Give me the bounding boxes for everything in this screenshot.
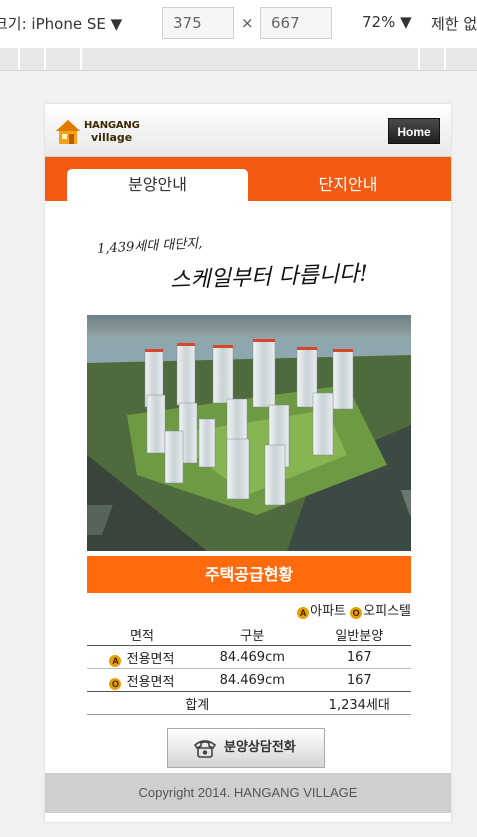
viewport-height-input[interactable]: 667 — [260, 7, 332, 39]
row-size: 84.469cm — [196, 645, 308, 669]
tab-complex-info[interactable]: 단지안내 — [263, 169, 433, 201]
tab-sales-info[interactable]: 분양안내 — [67, 169, 248, 201]
column-header-general-sale: 일반분양 — [307, 623, 411, 646]
housing-supply-title: 주택공급현황 — [87, 556, 411, 593]
total-label: 합계 — [87, 691, 308, 715]
supply-table: 면적 구분 일반분양 A 전용면적 84.469cm 167 O 전용면적 84… — [87, 623, 411, 715]
row-area: 전용면적 — [126, 674, 175, 690]
officetel-badge-icon: O — [109, 677, 122, 690]
sales-consult-call-button[interactable]: 분양상담전화 — [167, 728, 325, 768]
zoom-select[interactable]: 72% ▼ — [362, 13, 412, 31]
home-button[interactable]: Home — [388, 118, 440, 144]
row-count: 167 — [307, 668, 411, 692]
mobile-page: HANGANG village Home 분양안내 단지안내 1,439세대 대… — [45, 104, 451, 822]
column-header-area: 면적 — [87, 623, 197, 646]
table-row: O 전용면적 84.469cm 167 — [87, 668, 411, 692]
devtools-toolbar: 크기: iPhone SE ▼ 375 × 667 72% ▼ 제한 없 — [0, 0, 477, 48]
logo-text-top: HANGANG — [84, 120, 140, 131]
type-legend: A 아파트 O 오피스텔 — [297, 600, 411, 619]
legend-officetel: 오피스텔 — [363, 604, 411, 619]
device-select[interactable]: 크기: iPhone SE ▼ — [0, 13, 122, 34]
officetel-badge-icon: O — [350, 607, 363, 619]
logo[interactable]: HANGANG village — [55, 119, 140, 145]
viewport-width-input[interactable]: 375 — [162, 7, 234, 39]
house-icon — [56, 120, 80, 144]
tab-bar: 분양안내 단지안내 — [45, 157, 451, 201]
apartment-badge-icon: A — [297, 607, 310, 619]
total-row: 합계 1,234세대 — [87, 691, 411, 715]
row-size: 84.469cm — [196, 668, 308, 692]
apartment-badge-icon: A — [109, 654, 122, 667]
legend-apartment: 아파트 — [310, 604, 347, 619]
media-query-ruler — [0, 48, 477, 71]
row-area: 전용면적 — [126, 651, 175, 667]
column-header-type: 구분 — [196, 623, 308, 646]
dimension-separator: × — [241, 14, 254, 32]
throttle-select[interactable]: 제한 없 — [431, 13, 477, 34]
consult-button-label: 분양상담전화 — [224, 740, 296, 755]
footer-copyright: Copyright 2014. HANGANG VILLAGE — [45, 773, 451, 813]
table-row: A 전용면적 84.469cm 167 — [87, 645, 411, 669]
slogan-line-1: 1,439세대 대단지, — [96, 236, 203, 257]
total-value: 1,234세대 — [307, 691, 411, 715]
row-count: 167 — [307, 645, 411, 669]
telephone-icon — [193, 740, 217, 758]
logo-text-bottom: village — [91, 131, 133, 144]
slogan: 1,439세대 대단지, 스케일부터 다릅니다! — [85, 229, 385, 299]
complex-aerial-image — [87, 315, 411, 551]
slogan-line-2: 스케일부터 다릅니다! — [169, 261, 369, 294]
site-header: HANGANG village Home — [45, 104, 451, 157]
